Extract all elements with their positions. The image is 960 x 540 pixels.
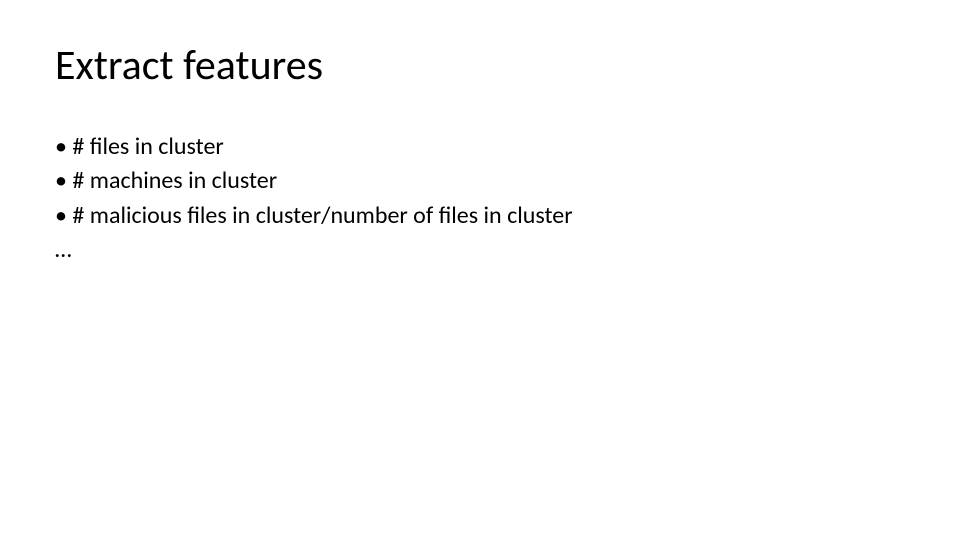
ellipsis: … [55, 234, 905, 266]
slide: Extract features # files in cluster # ma… [0, 0, 960, 540]
slide-title: Extract features [55, 40, 905, 91]
bullet-item: # files in cluster [55, 131, 905, 163]
bullet-item: # malicious files in cluster/number of f… [55, 200, 905, 232]
slide-body: # files in cluster # machines in cluster… [55, 131, 905, 267]
bullet-item: # machines in cluster [55, 165, 905, 197]
